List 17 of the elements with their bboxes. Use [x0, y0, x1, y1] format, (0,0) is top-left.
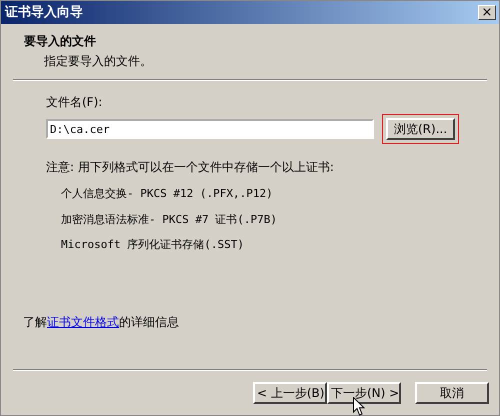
window-title: 证书导入向导	[5, 4, 83, 22]
field-label: 文件名(F):	[46, 94, 104, 111]
format-item: 个人信息交换- PKCS #12 (.PFX,.P12)	[61, 186, 274, 202]
info-link[interactable]: 证书文件格式	[47, 315, 119, 329]
close-button[interactable]: ×	[478, 5, 496, 20]
cancel-button[interactable]: 取消	[415, 382, 489, 404]
note-text: 注意: 用下列格式可以在一个文件中存储一个以上证书:	[46, 159, 335, 176]
page-subtitle: 指定要导入的文件。	[43, 53, 153, 70]
format-item: Microsoft 序列化证书存储(.SST)	[61, 237, 245, 253]
info-text: 了解证书文件格式的详细信息	[23, 314, 180, 331]
file-name-field[interactable]: D:\ca.cer	[46, 119, 374, 139]
page-heading: 要导入的文件	[24, 33, 97, 50]
browse-button[interactable]: 浏览(R)...	[386, 118, 456, 140]
next-button[interactable]: 下一步(N) >	[327, 382, 401, 404]
back-button[interactable]: < 上一步(B)	[253, 382, 327, 404]
format-item: 加密消息语法标准- PKCS #7 证书(.P7B)	[61, 212, 278, 228]
cursor-icon	[353, 397, 365, 416]
